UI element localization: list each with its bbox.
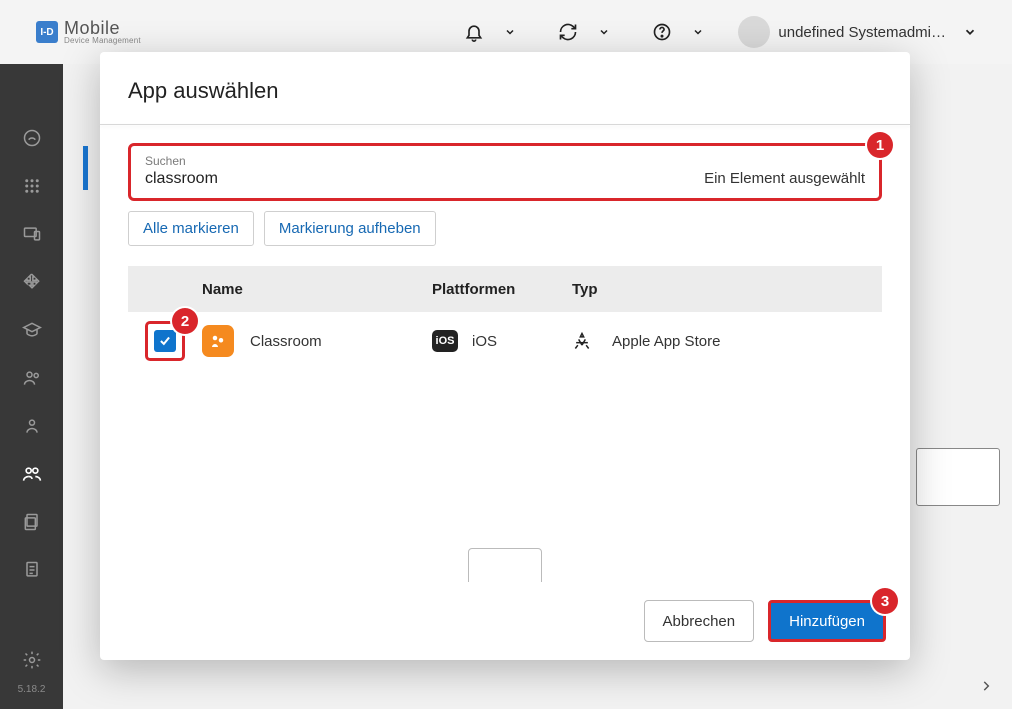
callout-3: 3 — [872, 588, 898, 614]
add-button[interactable]: 3 Hinzufügen — [768, 600, 886, 642]
table-header: Name Plattformen Typ — [128, 266, 882, 312]
selection-count: Ein Element ausgewählt — [704, 170, 865, 187]
ios-badge-icon: iOS — [432, 330, 458, 352]
app-name: Classroom — [250, 333, 322, 350]
search-label: Suchen — [145, 154, 865, 168]
callout-1: 1 — [867, 132, 893, 158]
col-name: Name — [202, 281, 432, 298]
type-label: Apple App Store — [612, 333, 720, 350]
table-row[interactable]: 2 Classroom iOS iOS — [128, 312, 882, 370]
modal-backdrop: App auswählen 1 Suchen Ein Element ausge… — [0, 0, 1012, 709]
checkbox-highlight: 2 — [145, 321, 185, 361]
platform-label: iOS — [472, 333, 497, 350]
row-checkbox[interactable] — [154, 330, 176, 352]
select-app-dialog: App auswählen 1 Suchen Ein Element ausge… — [100, 52, 910, 660]
col-platforms: Plattformen — [432, 281, 572, 298]
pagination-partial — [468, 548, 542, 582]
dialog-title: App auswählen — [128, 78, 882, 104]
add-button-label: Hinzufügen — [789, 613, 865, 630]
callout-2: 2 — [172, 308, 198, 334]
app-icon — [202, 325, 234, 357]
search-field-highlight: 1 Suchen Ein Element ausgewählt — [128, 143, 882, 201]
col-type: Typ — [572, 281, 882, 298]
apps-table: Name Plattformen Typ 2 — [128, 266, 882, 370]
appstore-icon — [572, 331, 592, 351]
cancel-button[interactable]: Abbrechen — [644, 600, 755, 642]
search-input[interactable] — [145, 170, 688, 188]
deselect-all-button[interactable]: Markierung aufheben — [264, 211, 436, 246]
select-all-button[interactable]: Alle markieren — [128, 211, 254, 246]
